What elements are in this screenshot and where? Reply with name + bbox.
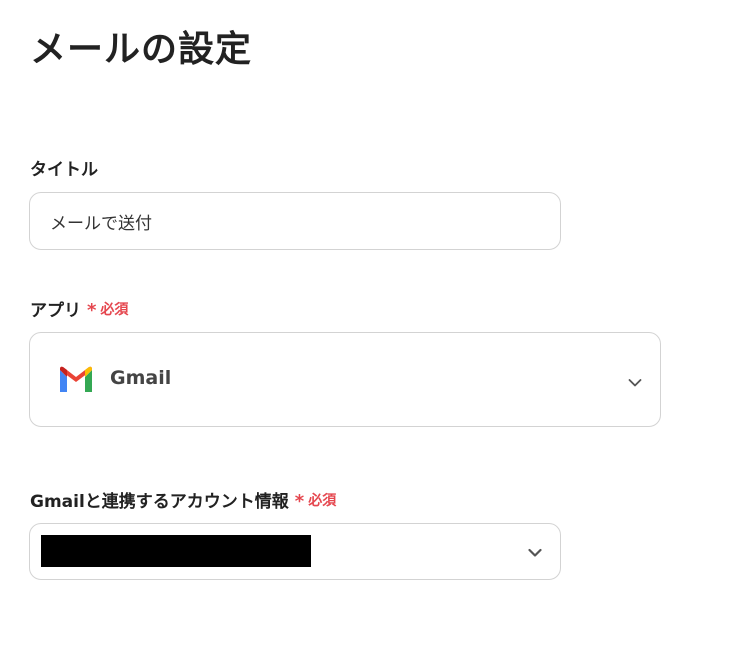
redacted-account-value [41, 535, 311, 567]
required-asterisk: * [87, 300, 97, 321]
title-label-text: タイトル [30, 160, 98, 180]
required-text: 必須 [100, 301, 129, 318]
required-text: 必須 [308, 492, 337, 509]
title-input[interactable] [29, 192, 561, 250]
selected-app-name: Gmail [110, 367, 172, 389]
gmail-icon [60, 366, 92, 392]
account-select[interactable] [29, 523, 561, 580]
required-badge: * 必須 [87, 298, 129, 321]
required-asterisk: * [294, 491, 305, 512]
chevron-down-icon [528, 548, 542, 557]
page-title: メールの設定 [30, 29, 253, 70]
account-label-text: Gmailと連携するアカウント情報 [30, 492, 289, 512]
title-field-label: タイトル [30, 155, 98, 180]
account-field-label: Gmailと連携するアカウント情報 * 必須 [30, 487, 336, 512]
app-field-label: アプリ * 必須 [30, 296, 128, 321]
app-label-text: アプリ [30, 301, 81, 321]
chevron-down-icon [628, 379, 642, 387]
required-badge: * 必須 [294, 489, 337, 512]
app-select[interactable]: Gmail [29, 332, 661, 427]
